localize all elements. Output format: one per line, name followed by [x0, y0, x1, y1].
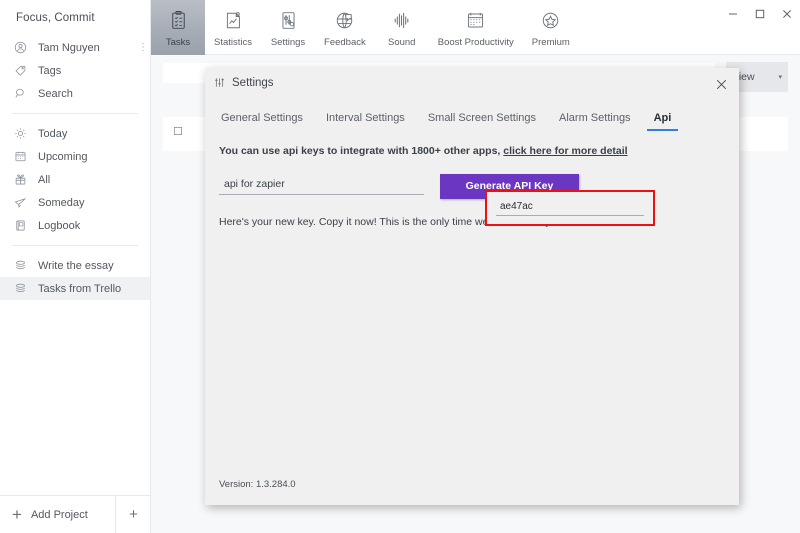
sun-icon — [10, 126, 30, 142]
api-note-link[interactable]: click here for more detail — [503, 145, 627, 157]
dialog-tabs: General Settings Interval Settings Small… — [205, 97, 739, 131]
toolbar-tab-sound[interactable]: Sound — [375, 0, 429, 55]
sidebar-divider — [12, 245, 138, 246]
toolbar-tab-statistics[interactable]: Statistics — [205, 0, 261, 55]
add-more-button[interactable]: + — [115, 496, 151, 533]
tab-small-screen-settings[interactable]: Small Screen Settings — [428, 112, 536, 131]
clipboard-checklist-icon — [168, 6, 189, 34]
waveform-icon — [391, 6, 412, 34]
user-circle-icon — [10, 40, 30, 56]
sidebar-item-account[interactable]: Tam Nguyen ⋮ — [0, 36, 150, 59]
toolbar-tab-label: Tasks — [165, 37, 191, 48]
project-label: Write the essay — [38, 259, 114, 272]
add-project-label: Add Project — [30, 508, 88, 521]
maximize-button[interactable] — [746, 0, 773, 28]
tab-api[interactable]: Api — [646, 112, 678, 131]
tag-icon — [10, 63, 30, 79]
sidebar-item-label: Someday — [38, 196, 85, 209]
version-label: Version: 1.3.284.0 — [219, 479, 296, 490]
account-menu-icon[interactable]: ⋮ — [138, 42, 148, 52]
dialog-title: Settings — [232, 76, 274, 89]
task-checkbox-icon[interactable]: ☐ — [173, 125, 183, 138]
sidebar-item-search[interactable]: Search — [0, 82, 150, 105]
minimize-button[interactable] — [719, 0, 746, 28]
layers-icon — [10, 281, 30, 297]
calendar-boost-icon — [465, 6, 486, 34]
toolbar-tab-label: Statistics — [214, 37, 253, 48]
sidebar-item-today[interactable]: Today — [0, 122, 150, 145]
toolbar-tab-boost-productivity[interactable]: Boost Productivity — [429, 0, 523, 55]
sidebar-item-label: Logbook — [38, 219, 81, 232]
dialog-titlebar: Settings — [205, 68, 739, 97]
close-icon[interactable] — [711, 74, 731, 94]
toolbar-tab-tasks[interactable]: Tasks — [151, 0, 205, 55]
sidebar-divider — [12, 113, 138, 114]
app-window: Focus, Commit Tam Nguyen ⋮ Tags Search T… — [0, 0, 800, 533]
sliders-icon — [278, 6, 299, 34]
project-label: Tasks from Trello — [38, 282, 122, 295]
chart-document-icon — [223, 6, 244, 34]
add-project-button[interactable]: + Add Project — [0, 506, 115, 523]
api-key-name-input[interactable] — [219, 177, 424, 195]
sidebar-item-label: Upcoming — [38, 150, 88, 163]
sidebar-item-label: All — [38, 173, 51, 186]
api-note-text: You can use api keys to integrate with 1… — [219, 145, 501, 157]
window-controls — [719, 0, 800, 28]
api-key-highlight-box — [485, 190, 655, 226]
api-generate-row: Generate API Key — [219, 173, 739, 199]
tab-alarm-settings[interactable]: Alarm Settings — [559, 112, 631, 131]
api-key-value-input[interactable] — [496, 200, 644, 216]
sidebar-project-tasks-from-trello[interactable]: Tasks from Trello — [0, 277, 150, 300]
toolbar-tab-premium[interactable]: Premium — [523, 0, 579, 55]
tab-interval-settings[interactable]: Interval Settings — [326, 112, 405, 131]
calendar-icon — [10, 149, 30, 165]
api-key-message-row: Here's your new key. Copy it now! This i… — [219, 216, 739, 228]
toolbar-tab-settings[interactable]: Settings — [261, 0, 315, 55]
sidebar-project-write-the-essay[interactable]: Write the essay — [0, 254, 150, 277]
box-icon — [10, 172, 30, 188]
close-button[interactable] — [773, 0, 800, 28]
toolbar-tab-label: Boost Productivity — [437, 37, 514, 48]
toolbar-tab-feedback[interactable]: Feedback — [315, 0, 375, 55]
sidebar-item-logbook[interactable]: Logbook — [0, 214, 150, 237]
sidebar-item-someday[interactable]: Someday — [0, 191, 150, 214]
sidebar-footer: + Add Project + — [0, 495, 151, 533]
sidebar-projects: Write the essay Tasks from Trello — [0, 254, 150, 300]
layers-icon — [10, 258, 30, 274]
sidebar-item-label: Search — [38, 87, 73, 100]
settings-dialog: Settings General Settings Interval Setti… — [205, 68, 739, 505]
toolbar-tab-label: Sound — [388, 37, 416, 48]
sidebar-item-all[interactable]: All — [0, 168, 150, 191]
sidebar-item-tags[interactable]: Tags — [0, 59, 150, 82]
toolbar-tab-label: Settings — [270, 37, 306, 48]
account-label: Tam Nguyen — [38, 41, 100, 54]
sidebar-item-upcoming[interactable]: Upcoming — [0, 145, 150, 168]
plus-dropdown-icon: + — [129, 506, 138, 523]
star-badge-icon — [540, 6, 561, 34]
globe-chat-icon — [334, 6, 355, 34]
sidebar-item-label: Today — [38, 127, 68, 140]
chevron-down-icon: ▾ — [778, 74, 782, 81]
plus-icon: + — [12, 505, 22, 524]
paper-plane-icon — [10, 195, 30, 211]
settings-sliders-icon — [214, 77, 225, 88]
toolbar-tab-label: Premium — [531, 37, 570, 48]
search-icon — [10, 86, 30, 102]
toolbar-tab-label: Feedback — [324, 37, 366, 48]
api-panel: You can use api keys to integrate with 1… — [205, 131, 739, 228]
api-note: You can use api keys to integrate with 1… — [219, 145, 739, 157]
tab-general-settings[interactable]: General Settings — [221, 112, 303, 131]
book-icon — [10, 218, 30, 234]
top-toolbar: Tasks Statistics Settings Feedback Sound… — [151, 0, 800, 55]
sidebar-item-label: Tags — [38, 64, 62, 77]
sidebar: Focus, Commit Tam Nguyen ⋮ Tags Search T… — [0, 0, 151, 533]
app-title: Focus, Commit — [16, 12, 95, 24]
